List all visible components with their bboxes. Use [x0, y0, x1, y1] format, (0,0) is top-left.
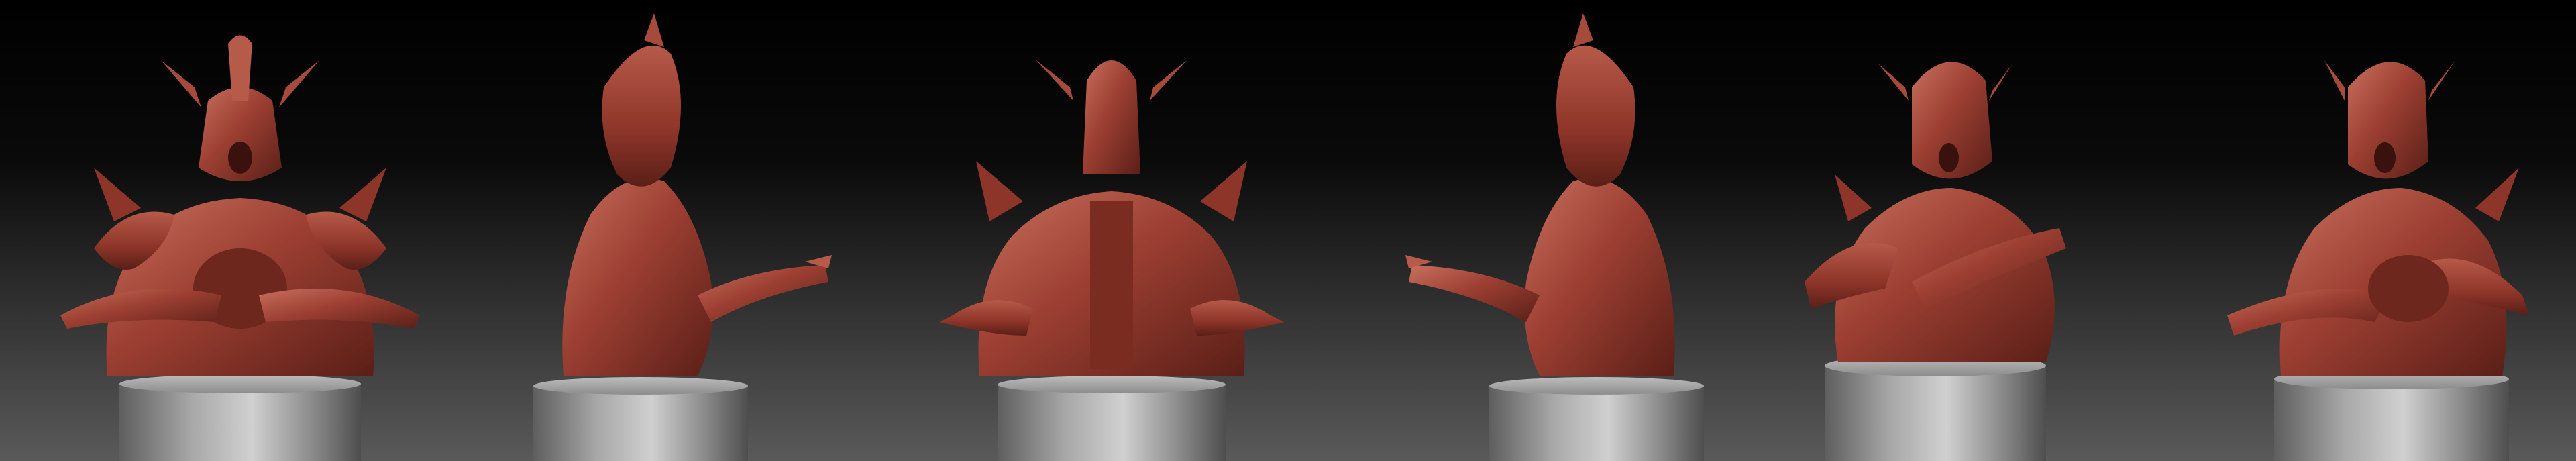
pedestal: [1825, 355, 2046, 461]
pedestal: [119, 374, 361, 461]
pedestal: [998, 376, 1226, 461]
pedestal: [533, 377, 748, 461]
turnaround-render: [0, 0, 2576, 461]
pedestal: [1489, 377, 1704, 461]
pedestal: [2274, 369, 2509, 461]
background-gradient: [0, 0, 2576, 461]
sculpt-viewport: [0, 0, 2576, 461]
